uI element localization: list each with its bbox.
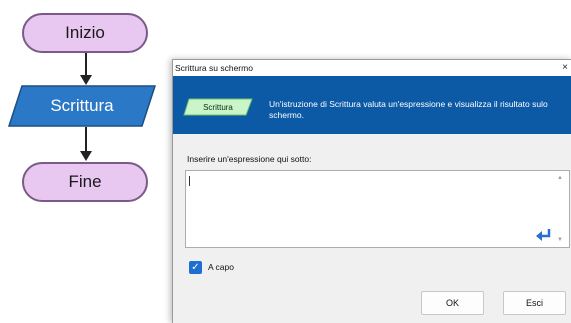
enter-key-icon[interactable]: [536, 228, 552, 242]
end-node-label: Fine: [68, 172, 102, 191]
newline-checkbox[interactable]: ✓: [189, 261, 202, 274]
expression-prompt-label: Inserire un'espressione qui sotto:: [187, 154, 312, 164]
dialog-title: Scrittura su schermo: [175, 63, 253, 73]
banner-description: Un'istruzione di Scrittura valuta un'esp…: [269, 99, 548, 120]
text-caret: [189, 176, 190, 186]
start-node-label: Inizio: [65, 23, 105, 42]
output-node[interactable]: Scrittura: [8, 85, 156, 127]
output-node-label: Scrittura: [50, 96, 114, 115]
dialog-banner: Scrittura Un'istruzione di Scrittura val…: [173, 76, 571, 134]
newline-checkbox-label[interactable]: A capo: [208, 262, 234, 272]
scroll-up-arrow-icon[interactable]: ▲: [557, 175, 563, 181]
banner-shape-label: Scrittura: [203, 102, 233, 112]
dialog-titlebar[interactable]: Scrittura su schermo ×: [173, 60, 571, 76]
expression-input[interactable]: ▲ ▼: [185, 170, 570, 248]
arrow-output-to-end: [80, 127, 92, 161]
start-node[interactable]: Inizio: [22, 13, 148, 53]
output-dialog: Scrittura su schermo × Scrittura Un'istr…: [172, 59, 571, 323]
arrow-start-to-output: [80, 53, 92, 85]
check-icon: ✓: [191, 262, 200, 273]
end-node[interactable]: Fine: [22, 162, 148, 202]
close-icon[interactable]: ×: [562, 60, 568, 76]
cancel-button[interactable]: Esci: [503, 291, 566, 315]
flowchart-canvas: Inizio Scrittura Fine: [0, 0, 170, 322]
ok-button[interactable]: OK: [421, 291, 484, 315]
scroll-down-arrow-icon[interactable]: ▼: [557, 237, 563, 243]
